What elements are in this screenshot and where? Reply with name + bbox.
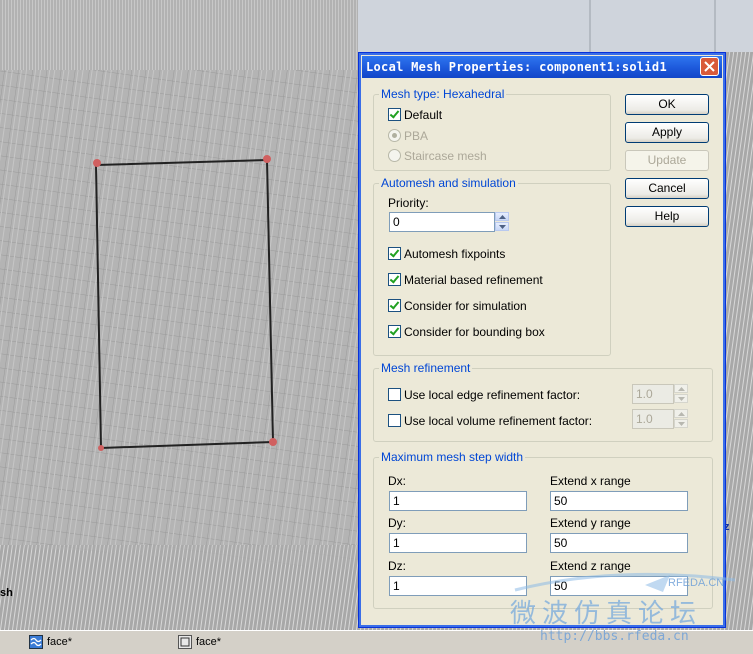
apply-button[interactable]: Apply	[625, 122, 709, 143]
selected-face	[94, 158, 275, 450]
checkbox-box	[388, 325, 401, 338]
dx-input[interactable]: 1	[389, 491, 527, 511]
cancel-button[interactable]: Cancel	[625, 178, 709, 199]
extend-x-label: Extend x range	[550, 474, 631, 488]
consider-bounding-box-checkbox[interactable]: Consider for bounding box	[388, 325, 545, 339]
checkbox-box	[388, 388, 401, 401]
volume-refinement-checkbox[interactable]: Use local volume refinement factor:	[388, 414, 592, 428]
arrow-down-icon	[499, 225, 506, 229]
automesh-fixpoints-checkbox[interactable]: Automesh fixpoints	[388, 247, 505, 261]
extend-y-input[interactable]: 50	[550, 533, 688, 553]
volume-factor-input[interactable]: 1.0	[632, 409, 674, 429]
checkbox-box	[388, 273, 401, 286]
radio-dot	[388, 149, 401, 162]
material-refinement-checkbox[interactable]: Material based refinement	[388, 273, 543, 287]
help-button[interactable]: Help	[625, 206, 709, 227]
bbox-label: Consider for bounding box	[404, 325, 545, 339]
taskbar-item-label: face*	[196, 636, 222, 648]
close-icon	[704, 61, 715, 72]
default-checkbox[interactable]: Default	[388, 108, 442, 122]
edge-factor-spinner[interactable]	[674, 384, 688, 404]
close-button[interactable]	[700, 57, 719, 76]
dy-label: Dy:	[388, 516, 406, 530]
edge-refinement-checkbox[interactable]: Use local edge refinement factor:	[388, 388, 580, 402]
viewport-side-text: sh	[0, 587, 13, 599]
volume-refinement-label: Use local volume refinement factor:	[404, 414, 593, 428]
radio-dot	[388, 129, 401, 142]
spin-up-button[interactable]	[674, 409, 688, 418]
dz-label: Dz:	[388, 559, 406, 573]
priority-label: Priority:	[388, 196, 429, 210]
checkbox-box	[388, 247, 401, 260]
staircase-radio[interactable]: Staircase mesh	[388, 149, 487, 163]
arrow-up-icon	[678, 412, 685, 416]
automesh-group: Automesh and simulation Priority: 0 Auto…	[373, 176, 611, 356]
extend-y-label: Extend y range	[550, 516, 631, 530]
extend-x-input[interactable]: 50	[550, 491, 688, 511]
taskbar-item-label: face*	[47, 636, 73, 648]
fixpoints-label: Automesh fixpoints	[404, 247, 506, 261]
local-mesh-properties-dialog: Local Mesh Properties: component1:solid1…	[358, 52, 726, 628]
edge-refinement-label: Use local edge refinement factor:	[404, 388, 581, 402]
mesh-type-label: Mesh type: Hexahedral	[379, 87, 507, 101]
update-button[interactable]: Update	[625, 150, 709, 171]
pba-radio[interactable]: PBA	[388, 129, 428, 143]
priority-input[interactable]: 0	[389, 212, 495, 232]
dialog-title: Local Mesh Properties: component1:solid1	[366, 60, 667, 74]
mesh-refinement-label: Mesh refinement	[379, 361, 473, 375]
watermark-url: http://bbs.rfeda.cn	[540, 629, 689, 644]
pba-label: PBA	[404, 129, 429, 143]
default-label: Default	[404, 108, 443, 122]
spin-up-button[interactable]	[495, 212, 509, 221]
taskbar-item-face-2[interactable]: face*	[176, 633, 336, 652]
spin-down-button[interactable]	[495, 222, 509, 231]
checkbox-box	[388, 299, 401, 312]
window-icon	[29, 635, 43, 649]
dy-input[interactable]: 1	[389, 533, 527, 553]
edge-factor-input[interactable]: 1.0	[632, 384, 674, 404]
arrow-down-icon	[678, 422, 685, 426]
arrow-up-icon	[499, 215, 506, 219]
mesh-type-group: Mesh type: Hexahedral Default PBA Stairc…	[373, 87, 611, 171]
spin-down-button[interactable]	[674, 419, 688, 428]
arrow-up-icon	[678, 387, 685, 391]
max-step-width-label: Maximum mesh step width	[379, 450, 526, 464]
dialog-title-bar[interactable]: Local Mesh Properties: component1:solid1	[362, 56, 722, 78]
mesh-refinement-group: Mesh refinement Use local edge refinemen…	[373, 361, 713, 442]
taskbar-item-face-1[interactable]: face*	[27, 633, 187, 652]
material-label: Material based refinement	[404, 273, 543, 287]
consider-simulation-checkbox[interactable]: Consider for simulation	[388, 299, 527, 313]
volume-factor-spinner[interactable]	[674, 409, 688, 429]
checkbox-box	[388, 414, 401, 427]
dx-label: Dx:	[388, 474, 406, 488]
priority-spinner[interactable]	[495, 212, 509, 232]
watermark-brand: RFEDA.CN	[668, 577, 725, 589]
automesh-label: Automesh and simulation	[379, 176, 518, 190]
window-icon	[178, 635, 192, 649]
spin-up-button[interactable]	[674, 384, 688, 393]
simulation-label: Consider for simulation	[404, 299, 527, 313]
checkbox-box	[388, 108, 401, 121]
watermark-chinese-text: 微波仿真论坛	[510, 599, 703, 629]
ok-button[interactable]: OK	[625, 94, 709, 115]
spin-down-button[interactable]	[674, 394, 688, 403]
arrow-down-icon	[678, 397, 685, 401]
staircase-label: Staircase mesh	[404, 149, 487, 163]
